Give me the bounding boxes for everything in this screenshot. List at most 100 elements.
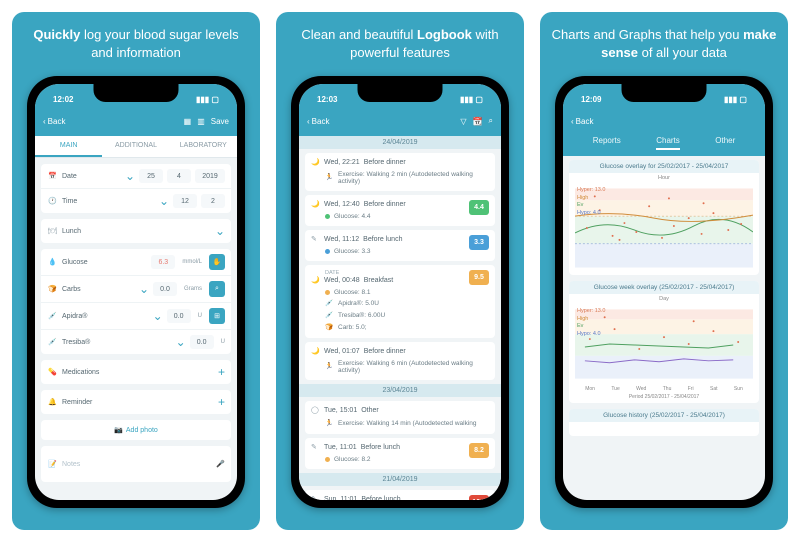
tab-other[interactable]: Other bbox=[715, 136, 735, 150]
tab-reports[interactable]: Reports bbox=[593, 136, 621, 150]
notes-placeholder: Notes bbox=[62, 461, 212, 468]
chart-glucose-overlay[interactable]: Glucose overlay for 25/02/2017 - 25/04/2… bbox=[569, 160, 759, 275]
date-pick-icon[interactable]: 📆 bbox=[473, 117, 483, 126]
entry-time: Wed, 22:21 bbox=[324, 159, 360, 166]
phone-frame-1: 12:02▮▮▮ ▢ ‹Back ▦ ▥ Save MAIN ADDITIONA… bbox=[27, 76, 245, 508]
entry-category: Before dinner bbox=[364, 159, 406, 166]
entry-category: Before lunch bbox=[363, 236, 402, 243]
headline-3: Charts and Graphs that help you make sen… bbox=[550, 26, 778, 62]
running-icon: 🏃 bbox=[325, 173, 334, 182]
mic-icon[interactable]: 🎤 bbox=[216, 460, 225, 468]
time-hour-input[interactable] bbox=[173, 194, 197, 208]
app-header: ‹Back ▽ 📆 ⌕ bbox=[299, 106, 501, 136]
back-button[interactable]: ‹Back bbox=[307, 117, 329, 126]
log-entry[interactable]: ✎Wed, 11:12Before lunch Glucose: 3.3 3.3 bbox=[305, 230, 495, 261]
running-icon: 🏃 bbox=[325, 362, 334, 371]
syringe-icon: 💉 bbox=[47, 311, 58, 322]
entry-time: Tue, 15:01 bbox=[324, 407, 357, 414]
notch bbox=[94, 84, 179, 102]
time-min-input[interactable] bbox=[201, 194, 225, 208]
log-entry[interactable]: 🌙Wed, 12:40Before dinner Glucose: 4.4 4.… bbox=[305, 195, 495, 226]
notes-row[interactable]: 📝 Notes 🎤 bbox=[41, 446, 231, 482]
entry-category: Before dinner bbox=[364, 201, 406, 208]
chevron-down-icon[interactable]: ⌄ bbox=[211, 224, 225, 238]
entry-category: Before lunch bbox=[361, 496, 400, 500]
back-button[interactable]: ‹Back bbox=[43, 117, 65, 126]
search-icon: ⌕ bbox=[215, 285, 219, 293]
moon-icon: 🌙 bbox=[311, 276, 320, 285]
entry-tresiba: Tresiba®: 6.00U bbox=[338, 312, 385, 319]
entry-glucose: Glucose: 4.4 bbox=[334, 213, 371, 220]
pill-icon: 💊 bbox=[47, 367, 58, 378]
apidra-unit: U bbox=[198, 313, 202, 319]
glucose-dot-icon bbox=[325, 457, 330, 462]
apidra-calc-button[interactable]: ⊞ bbox=[209, 308, 225, 324]
bell-icon: 🔔 bbox=[47, 397, 58, 408]
tab-laboratory[interactable]: LABORATORY bbox=[170, 136, 237, 157]
date-year-input[interactable] bbox=[195, 169, 225, 183]
plus-icon[interactable]: + bbox=[211, 395, 225, 409]
tresiba-unit: U bbox=[221, 339, 225, 345]
save-button[interactable]: Save bbox=[211, 117, 229, 126]
chevron-down-icon[interactable]: ⌄ bbox=[135, 282, 149, 296]
axis-label: Hour bbox=[569, 173, 759, 181]
glucose-row[interactable]: 💧 Glucose mmol/L ✋ bbox=[41, 249, 231, 276]
grid-icon[interactable]: ▦ bbox=[184, 117, 192, 126]
chevron-down-icon[interactable]: ⌄ bbox=[155, 194, 169, 208]
log-entry[interactable]: ✎Sun, 11:01Before lunch Glucose: 16.0 16… bbox=[305, 490, 495, 500]
tab-main[interactable]: MAIN bbox=[35, 136, 102, 157]
chart-title: Glucose week overlay (25/02/2017 - 25/04… bbox=[569, 281, 759, 294]
carbs-input[interactable] bbox=[153, 282, 177, 296]
calendar-icon[interactable]: ▥ bbox=[197, 117, 205, 126]
moon-icon: 🌙 bbox=[311, 347, 320, 356]
entry-category: Before dinner bbox=[364, 348, 406, 355]
time-row[interactable]: 🕐 Time ⌄ bbox=[41, 189, 231, 213]
signal-icon: ▮▮▮ ▢ bbox=[196, 95, 219, 104]
apidra-input[interactable] bbox=[167, 309, 191, 323]
add-photo-button[interactable]: 📷Add photo bbox=[41, 420, 231, 440]
glucose-input[interactable] bbox=[151, 255, 175, 269]
entry-category: Other bbox=[361, 407, 379, 414]
running-icon: 🏃 bbox=[325, 419, 334, 428]
hand-icon: ✋ bbox=[213, 258, 222, 266]
log-entry[interactable]: ◯Tue, 15:01Other 🏃Exercise: Walking 14 m… bbox=[305, 401, 495, 434]
app-store-panel-2: Clean and beautiful Logbook with powerfu… bbox=[276, 12, 524, 530]
log-entry[interactable]: ✎Tue, 11:01Before lunch Glucose: 8.2 8.2 bbox=[305, 438, 495, 469]
back-button[interactable]: ‹Back bbox=[571, 117, 593, 126]
date-row[interactable]: 📅 Date ⌄ bbox=[41, 164, 231, 189]
chart-glucose-history[interactable]: Glucose history (25/02/2017 - 25/04/2017… bbox=[569, 409, 759, 436]
apidra-row[interactable]: 💉 Apidra® ⌄ U ⊞ bbox=[41, 303, 231, 330]
tab-additional[interactable]: ADDITIONAL bbox=[102, 136, 169, 157]
carbs-label: Carbs bbox=[62, 286, 131, 293]
date-month-input[interactable] bbox=[167, 169, 191, 183]
medications-row[interactable]: 💊 Medications + bbox=[41, 360, 231, 384]
entry-time: Wed, 00:48 bbox=[324, 277, 360, 284]
log-entry[interactable]: 🌙Wed, 01:07Before dinner 🏃Exercise: Walk… bbox=[305, 342, 495, 380]
log-entry[interactable]: DATE 🌙Wed, 00:48Breakfast Glucose: 8.1 💉… bbox=[305, 265, 495, 338]
tresiba-row[interactable]: 💉 Tresiba® ⌄ U bbox=[41, 330, 231, 354]
tab-charts[interactable]: Charts bbox=[656, 136, 680, 150]
log-entry[interactable]: 🌙Wed, 22:21Before dinner 🏃Exercise: Walk… bbox=[305, 153, 495, 191]
food-icon: 🍞 bbox=[325, 323, 334, 332]
chart-legend: Hyper: 13.0 High Ev Hypo: 4.0 bbox=[577, 308, 605, 339]
glucose-badge: 16.0 bbox=[469, 495, 489, 500]
chevron-down-icon[interactable]: ⌄ bbox=[121, 169, 135, 183]
glucose-label: Glucose bbox=[62, 259, 147, 266]
date-day-input[interactable] bbox=[139, 169, 163, 183]
tresiba-input[interactable] bbox=[190, 335, 214, 349]
filter-icon[interactable]: ▽ bbox=[460, 117, 466, 126]
plus-icon[interactable]: + bbox=[211, 365, 225, 379]
carbs-search-button[interactable]: ⌕ bbox=[209, 281, 225, 297]
tresiba-label: Tresiba® bbox=[62, 339, 168, 346]
search-icon[interactable]: ⌕ bbox=[489, 116, 493, 126]
carbs-row[interactable]: 🍞 Carbs ⌄ Grams ⌕ bbox=[41, 276, 231, 303]
reminder-row[interactable]: 🔔 Reminder + bbox=[41, 390, 231, 414]
chart-title: Glucose history (25/02/2017 - 25/04/2017… bbox=[569, 409, 759, 422]
category-row[interactable]: 🍽 Lunch ⌄ bbox=[41, 219, 231, 243]
chevron-down-icon[interactable]: ⌄ bbox=[149, 309, 163, 323]
glucose-hand-button[interactable]: ✋ bbox=[209, 254, 225, 270]
chevron-down-icon[interactable]: ⌄ bbox=[172, 335, 186, 349]
entry-apidra: Apidra®: 5.0U bbox=[338, 300, 379, 307]
signal-icon: ▮▮▮ ▢ bbox=[460, 95, 483, 104]
chart-glucose-week-overlay[interactable]: Glucose week overlay (25/02/2017 - 25/04… bbox=[569, 281, 759, 403]
